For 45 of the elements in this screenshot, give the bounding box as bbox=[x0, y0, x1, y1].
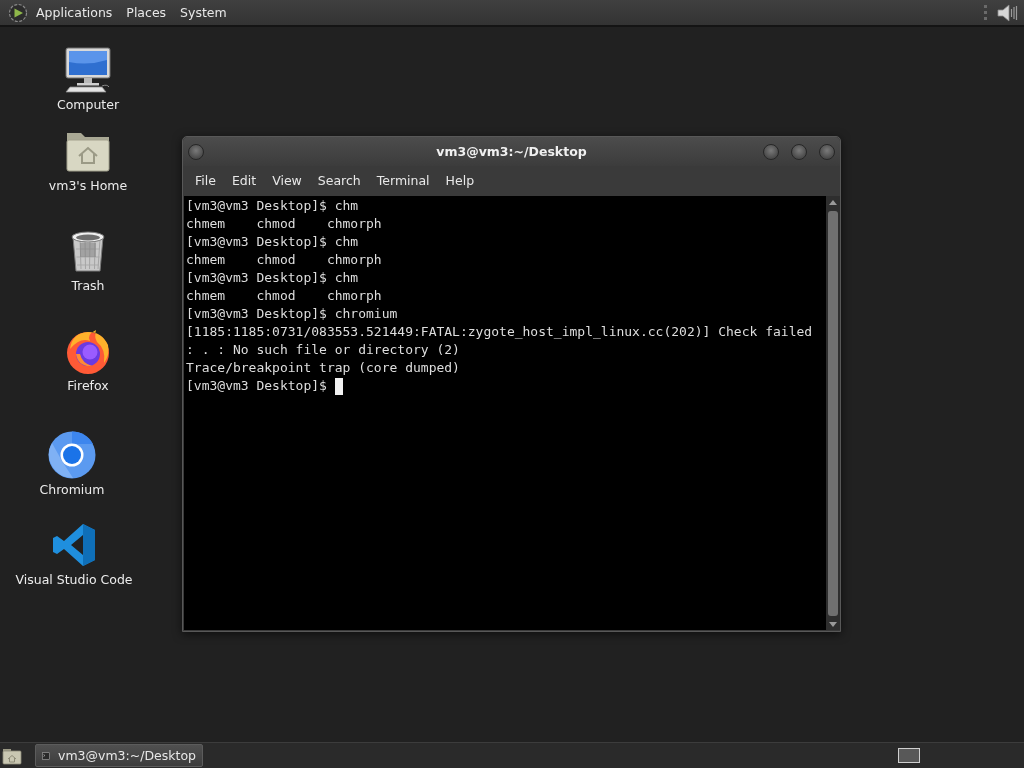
menu-item[interactable]: Search bbox=[309, 167, 369, 194]
terminal-line: [vm3@vm3 Desktop]$ chm bbox=[186, 197, 359, 215]
window-title: vm3@vm3:~/Desktop bbox=[436, 144, 587, 159]
monitor-icon[interactable] bbox=[64, 46, 112, 94]
desktop-icon-label[interactable]: vm3's Home bbox=[48, 178, 128, 193]
menu-item[interactable]: View bbox=[264, 167, 310, 194]
minimize-button[interactable] bbox=[763, 143, 779, 160]
terminal-line: chmem chmod chmorph bbox=[186, 287, 382, 305]
workspace-switcher[interactable] bbox=[898, 748, 920, 763]
terminal-line: [vm3@vm3 Desktop]$ bbox=[186, 377, 327, 395]
trash-bin-icon[interactable] bbox=[68, 229, 108, 273]
show-desktop-icon[interactable] bbox=[2, 746, 22, 765]
window-menu-button[interactable] bbox=[188, 143, 204, 160]
terminal-line: chmem chmod chmorph bbox=[186, 215, 382, 233]
scroll-up-arrow-icon[interactable] bbox=[829, 200, 837, 205]
terminal-line: [vm3@vm3 Desktop]$ chm bbox=[186, 233, 359, 251]
terminal-line: [vm3@vm3 Desktop]$ chromium bbox=[186, 305, 398, 323]
panel-menu[interactable]: Applications bbox=[29, 0, 120, 25]
terminal-line: chmem chmod chmorph bbox=[186, 251, 382, 269]
menu-item[interactable]: Edit bbox=[223, 167, 265, 194]
scrollbar-track[interactable] bbox=[826, 196, 840, 630]
maximize-button[interactable] bbox=[791, 143, 807, 160]
terminal-line: [1185:1185:0731/083553.521449:FATAL:zygote_host_impl_linux.cc(202)] Check failed bbox=[186, 323, 813, 341]
panel-menu[interactable]: Places bbox=[119, 0, 174, 25]
desktop-icon-label[interactable]: Trash bbox=[71, 278, 105, 293]
ring-globe-icon[interactable] bbox=[48, 431, 96, 479]
desktop-icon-label[interactable]: Computer bbox=[56, 97, 120, 112]
terminal-line: [vm3@vm3 Desktop]$ chm bbox=[186, 269, 359, 287]
menu-item[interactable]: File bbox=[187, 167, 224, 194]
menu-item[interactable]: Terminal bbox=[368, 167, 438, 194]
terminal-line: : . : No such file or directory (2) bbox=[186, 341, 460, 359]
panel-menu[interactable]: System bbox=[173, 0, 234, 25]
menu-item[interactable]: Help bbox=[437, 167, 483, 194]
code-ribbon-icon[interactable] bbox=[52, 523, 96, 567]
panel-handle-icon[interactable] bbox=[984, 4, 988, 21]
scroll-thumb[interactable] bbox=[828, 211, 838, 616]
close-button[interactable] bbox=[819, 143, 835, 160]
desktop-icon-label[interactable]: Chromium bbox=[39, 482, 105, 497]
desktop-icon-label[interactable]: Firefox bbox=[67, 378, 109, 393]
taskbar-button[interactable]: vm3@vm3:~/Desktop bbox=[35, 744, 203, 767]
play-circle-icon[interactable] bbox=[8, 2, 28, 23]
scroll-down-arrow-icon[interactable] bbox=[829, 622, 837, 627]
desktop-icon-label[interactable]: Visual Studio Code bbox=[15, 572, 133, 587]
terminal-line: Trace/breakpoint trap (core dumped) bbox=[186, 359, 460, 377]
flame-globe-icon[interactable] bbox=[64, 327, 112, 375]
